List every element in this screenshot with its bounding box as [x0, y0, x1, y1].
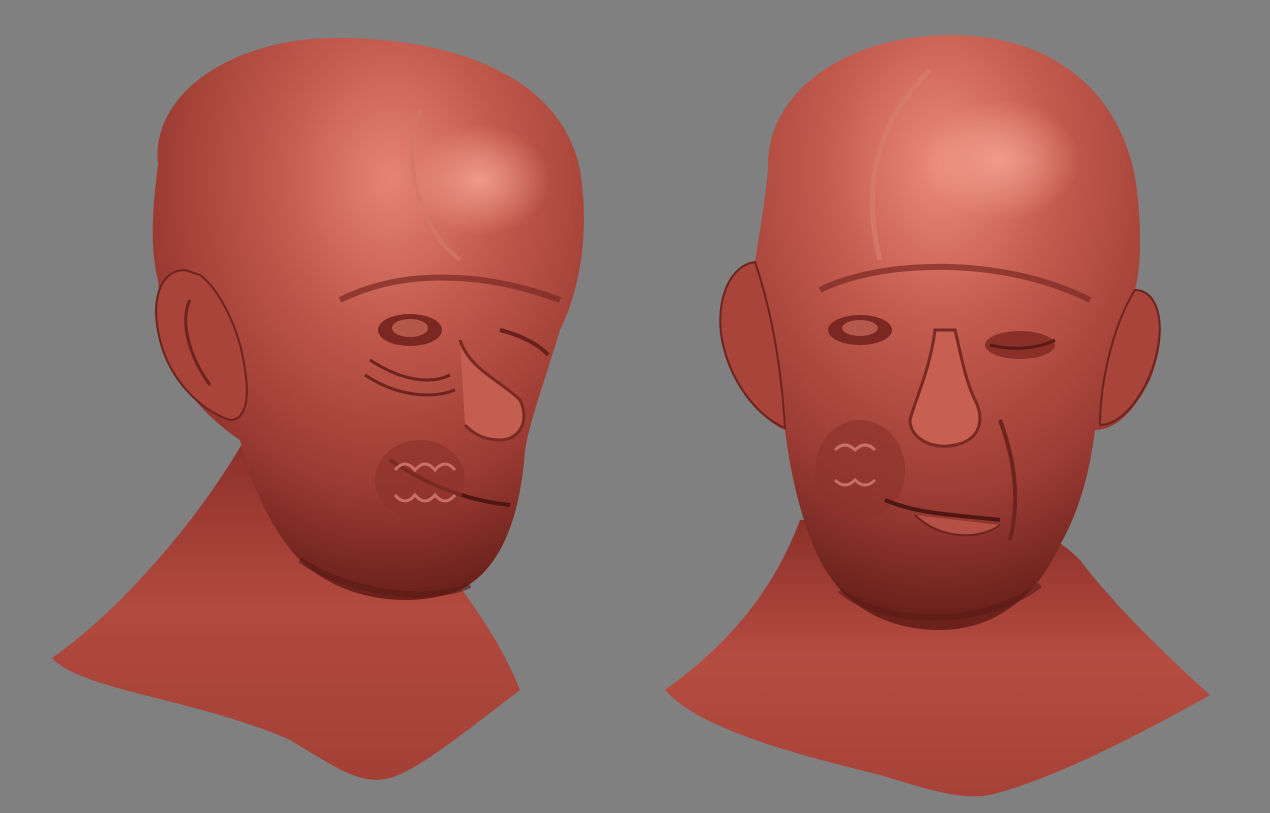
head-bust-left [52, 37, 584, 780]
render-viewport [0, 0, 1270, 813]
sculpt-render [52, 35, 1210, 797]
head-bust-right [665, 35, 1210, 797]
